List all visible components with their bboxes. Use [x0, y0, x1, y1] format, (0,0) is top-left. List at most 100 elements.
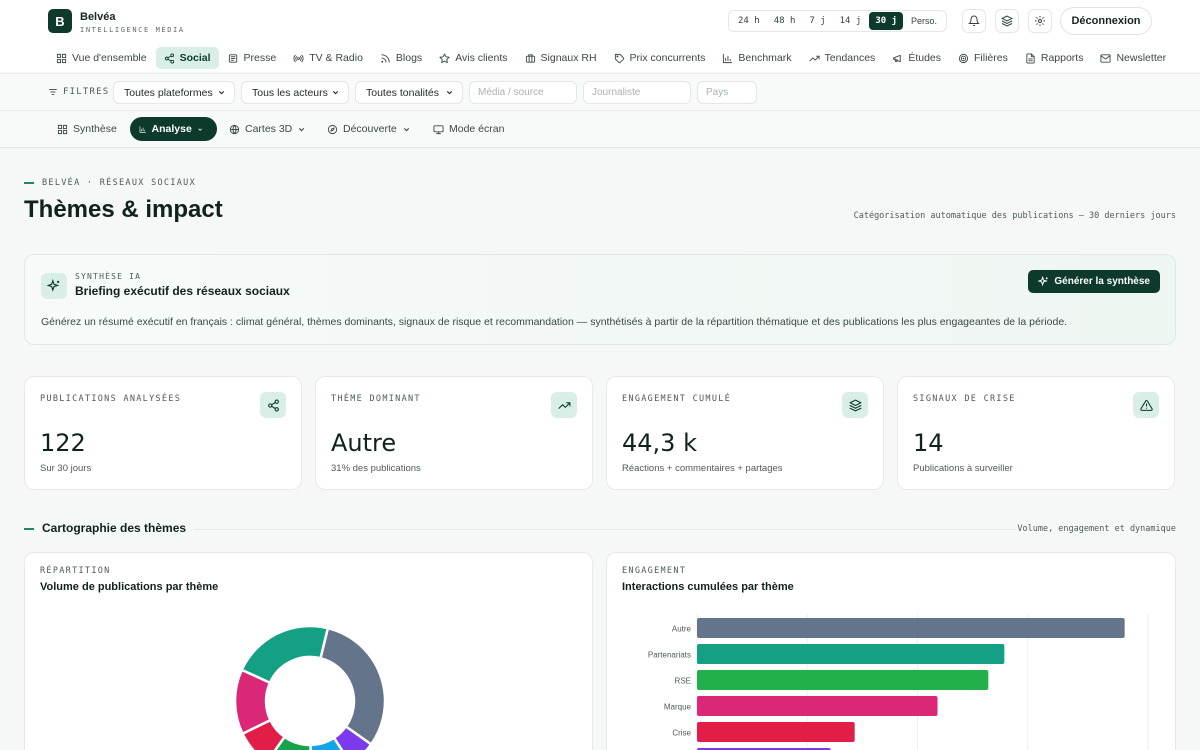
filters-label: FILTRES: [48, 87, 109, 97]
filters-bar: FILTRES Toutes plateformes Tous les acte…: [0, 73, 1200, 111]
newspaper-icon: [228, 53, 237, 63]
bar-partenariats[interactable]: [697, 644, 1005, 664]
period-option-30-j[interactable]: 30 j: [869, 12, 904, 30]
journalist-input[interactable]: [583, 81, 691, 104]
nav-item-tendances[interactable]: Tendances: [801, 47, 884, 69]
nav-item-label: Benchmark: [738, 52, 792, 64]
nav-item-label: Filières: [974, 52, 1008, 64]
grid-icon: [56, 53, 67, 63]
actors-select[interactable]: Tous les acteurs: [241, 81, 349, 104]
nav-item-filieres[interactable]: Filières: [950, 47, 1016, 69]
nav-item-label: Social: [179, 52, 211, 64]
main-nav: Vue d'ensemble Social Presse TV & Radio Blog…: [48, 47, 1175, 69]
tab-label: Mode écran: [449, 123, 505, 135]
chevron-down-icon: [403, 127, 409, 131]
logout-button[interactable]: Déconnexion: [1060, 7, 1152, 35]
bar-marque[interactable]: [697, 696, 938, 716]
kpi-label: THÈME DOMINANT: [331, 394, 421, 404]
nav-item-vue-d-ensemble[interactable]: Vue d'ensemble: [48, 47, 155, 69]
nav-item-newsletter[interactable]: Newsletter: [1092, 47, 1174, 69]
nav-item-benchmark[interactable]: Benchmark: [714, 47, 799, 69]
donut-slice[interactable]: [318, 626, 387, 747]
volume-chart-card: RÉPARTITION Volume de publications par t…: [24, 552, 593, 750]
tab-decouverte[interactable]: Découverte: [318, 117, 425, 141]
sparkles-icon: [41, 273, 67, 299]
brand-logo[interactable]: B: [48, 9, 72, 33]
nav-item-social[interactable]: Social: [155, 47, 219, 69]
section-title: Cartographie des thèmes: [42, 521, 187, 535]
nav-item-label: Prix concurrents: [629, 52, 706, 64]
tone-select[interactable]: Toutes tonalités: [355, 81, 463, 104]
chevron-down-icon: [299, 127, 305, 131]
bar-label: RSE: [675, 677, 691, 686]
notifications-button[interactable]: [962, 9, 986, 33]
kpi-icon-box: [1133, 392, 1159, 418]
share-icon: [267, 399, 279, 411]
kpi-card-publications-analysees: PUBLICATIONS ANALYSÉES 122 Sur 30 jours: [24, 376, 302, 490]
period-option-7-j[interactable]: 7 j: [803, 12, 831, 30]
nav-item-rapports[interactable]: Rapports: [1017, 47, 1092, 69]
bar-crise[interactable]: [697, 722, 855, 742]
media-source-input[interactable]: [469, 81, 577, 104]
country-input[interactable]: [697, 81, 757, 104]
kpi-card-theme-dominant: THÈME DOMINANT Autre 31% des publications: [315, 376, 593, 490]
chevron-down-icon: [198, 127, 202, 131]
page-title: Thèmes & impact: [24, 196, 223, 223]
nav-item-etudes[interactable]: Études: [884, 47, 949, 69]
mail-icon: [1100, 53, 1112, 63]
nav-item-presse[interactable]: Presse: [220, 47, 285, 69]
tab-label: Synthèse: [73, 123, 117, 135]
sub-nav: Synthèse Analyse Cartes 3D Découverte Mode é…: [0, 111, 1200, 148]
bar-chart-icon: [139, 125, 146, 133]
generate-summary-button[interactable]: Générer la synthèse: [1028, 270, 1160, 293]
tab-cartes-3d[interactable]: Cartes 3D: [220, 117, 320, 141]
tab-label: Découverte: [343, 123, 397, 135]
bar-autre[interactable]: [697, 618, 1125, 638]
gear-icon: [1035, 16, 1045, 26]
bar-label: Autre: [672, 625, 692, 634]
kpi-icon-box: [260, 392, 286, 418]
brand-tagline: INTELLIGENCE MÉDIA: [80, 26, 185, 34]
trending-icon: [558, 401, 570, 409]
kpi-subtext: Publications à surveiller: [913, 463, 1013, 474]
donut-slice[interactable]: [240, 624, 330, 685]
settings-button[interactable]: [1028, 9, 1052, 33]
tag-icon: [614, 53, 624, 63]
section-header: Cartographie des thèmes Volume, engageme…: [24, 521, 1176, 537]
nav-item-blogs[interactable]: Blogs: [372, 47, 430, 69]
section-accent: [24, 528, 34, 530]
ai-title: Briefing exécutif des réseaux sociaux: [75, 284, 290, 298]
nav-item-tv-radio[interactable]: TV & Radio: [285, 47, 371, 69]
layers-button[interactable]: [995, 9, 1019, 33]
briefcase-icon: [525, 53, 535, 63]
kpi-card-signaux-de-crise: SIGNAUX DE CRISE 14 Publications à surveil…: [897, 376, 1175, 490]
period-option-perso[interactable]: Perso.: [905, 12, 943, 30]
kpi-subtext: Sur 30 jours: [40, 463, 92, 474]
target-icon: [958, 53, 969, 63]
star-icon: [439, 52, 450, 63]
period-option-14-j[interactable]: 14 j: [834, 12, 868, 30]
nav-item-prix-concurrents[interactable]: Prix concurrents: [606, 47, 714, 69]
tab-analyse[interactable]: Analyse: [130, 117, 217, 141]
nav-item-label: TV & Radio: [309, 52, 363, 64]
nav-item-signaux-rh[interactable]: Signaux RH: [517, 47, 605, 69]
kpi-value: 14: [913, 429, 944, 457]
bar-rse[interactable]: [697, 670, 989, 690]
nav-item-label: Newsletter: [1116, 52, 1167, 64]
bar-label: Marque: [664, 703, 692, 712]
sliders-icon: [49, 89, 57, 95]
kpi-label: PUBLICATIONS ANALYSÉES: [40, 394, 182, 404]
chevron-down-icon: [218, 90, 225, 95]
section-divider: [194, 529, 1016, 530]
tab-synthese[interactable]: Synthèse: [48, 117, 126, 141]
period-option-48-h[interactable]: 48 h: [768, 12, 802, 30]
nav-item-avis-clients[interactable]: Avis clients: [431, 47, 515, 69]
chevron-down-icon: [332, 90, 339, 95]
section-caption: Volume, engagement et dynamique: [1017, 524, 1176, 534]
period-option-24-h[interactable]: 24 h: [732, 12, 766, 30]
megaphone-icon: [893, 54, 902, 62]
tab-mode-ecran[interactable]: Mode écran: [424, 117, 513, 141]
bar-label: Partenariats: [648, 651, 691, 660]
bar-label: Crise: [672, 729, 691, 738]
platform-select[interactable]: Toutes plateformes: [113, 81, 235, 104]
